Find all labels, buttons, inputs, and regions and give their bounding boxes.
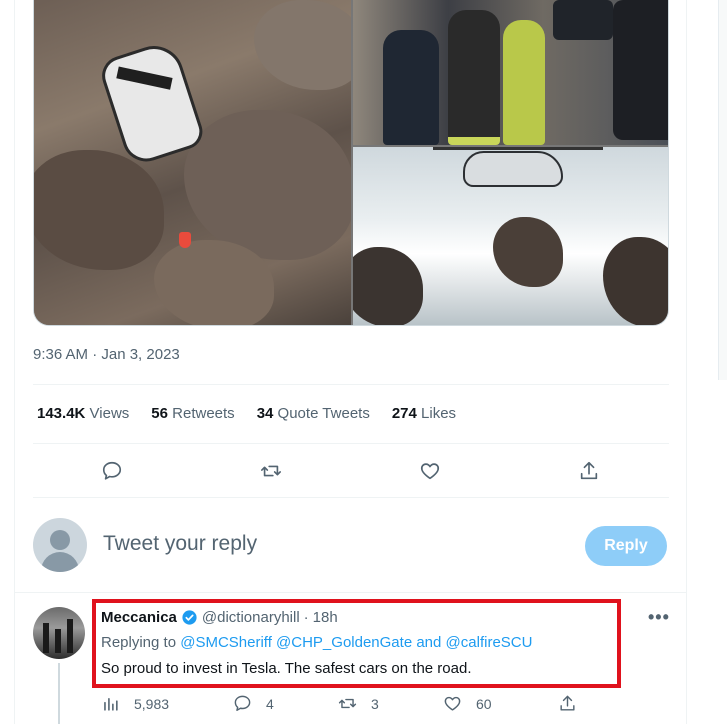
stat-count: 34	[256, 405, 274, 422]
photo-responders-roadside[interactable]	[353, 0, 668, 145]
thread-line	[58, 663, 60, 724]
timeline-right-border	[686, 0, 687, 724]
reply-input[interactable]	[103, 532, 503, 556]
stat-label: Likes	[421, 405, 457, 422]
sidebar-edge	[718, 0, 727, 380]
reply-button[interactable]	[93, 452, 131, 490]
stat-views[interactable]: 143.4K Views	[37, 405, 129, 422]
divider	[33, 443, 669, 444]
mention-link[interactable]: @SMCSheriff	[180, 634, 272, 651]
stat-label: Views	[89, 405, 130, 422]
retweet-button[interactable]	[252, 452, 290, 490]
rock-shape	[34, 150, 164, 270]
share-button[interactable]	[570, 452, 608, 490]
reply-icon	[102, 461, 122, 480]
rotor-shape	[433, 147, 603, 150]
views-count: 5,983	[134, 695, 170, 712]
reply-button[interactable]: 4	[233, 694, 274, 713]
stat-quote-tweets[interactable]: 34 Quote Tweets	[257, 405, 370, 422]
like-button[interactable]: 60	[443, 694, 492, 713]
helicopter-shape	[463, 151, 563, 187]
stat-label: Quote Tweets	[277, 405, 370, 422]
photo-crashed-car-on-rocks[interactable]	[34, 0, 351, 325]
replies-count: 4	[266, 695, 274, 712]
default-avatar-icon	[50, 530, 70, 550]
replying-label: Replying to	[101, 634, 177, 651]
views-button[interactable]: 5,983	[101, 694, 169, 713]
reply-action-bar: 5,983 4 3 60	[101, 694, 601, 718]
retweet-icon	[261, 465, 281, 477]
avatar[interactable]	[33, 518, 87, 572]
divider	[33, 384, 669, 385]
firefighter-figure	[448, 10, 500, 145]
tweet-media-grid	[33, 0, 669, 326]
vehicle-shape	[553, 0, 613, 40]
mention-link[interactable]: @calfireSCU	[446, 634, 533, 651]
stat-count: 274	[391, 405, 417, 422]
reply-header: Meccanica @dictionaryhill · 18h	[101, 609, 338, 626]
wrecked-car	[96, 38, 208, 168]
verified-badge-icon	[182, 610, 197, 625]
share-button[interactable]	[558, 694, 577, 713]
share-icon	[560, 695, 575, 711]
officer-figure	[383, 30, 439, 145]
reply-author-avatar[interactable]	[33, 607, 85, 659]
cone-marker	[179, 232, 191, 248]
retweet-icon	[338, 698, 357, 709]
more-options-button[interactable]: •••	[648, 607, 670, 628]
reply-icon	[234, 695, 251, 711]
analytics-icon	[104, 697, 118, 711]
like-icon	[420, 463, 440, 480]
mention-link[interactable]: @CHP_GoldenGate	[276, 634, 412, 651]
retweets-count: 3	[371, 695, 379, 712]
tweet-action-bar	[33, 452, 669, 490]
rock-shape	[254, 0, 351, 90]
worker-figure	[503, 20, 545, 145]
author-handle[interactable]: @dictionaryhill	[202, 609, 300, 626]
stat-likes[interactable]: 274 Likes	[392, 405, 456, 422]
reply-text: So proud to invest in Tesla. The safest …	[101, 660, 472, 677]
reply-submit-button[interactable]: Reply	[585, 526, 667, 566]
author-name[interactable]: Meccanica	[101, 609, 177, 626]
like-icon	[444, 696, 461, 711]
rock-shape	[184, 110, 351, 260]
reply-time[interactable]: 18h	[313, 609, 338, 626]
stat-retweets[interactable]: 56 Retweets	[151, 405, 234, 422]
replying-to: Replying to @SMCSheriff @CHP_GoldenGate …	[101, 634, 532, 651]
tweet-timestamp[interactable]: 9:36 AM · Jan 3, 2023	[33, 346, 180, 363]
rock-shape	[353, 247, 423, 325]
compose-reply: Reply	[33, 514, 673, 576]
retweet-button[interactable]: 3	[338, 694, 379, 713]
separator: ·	[303, 609, 309, 626]
stat-label: Retweets	[172, 405, 235, 422]
stat-count: 143.4K	[37, 405, 86, 422]
photo-helicopter-rescue[interactable]	[353, 147, 668, 325]
rock-shape	[603, 237, 668, 325]
mention-and[interactable]: and	[416, 634, 441, 651]
share-icon	[580, 461, 598, 480]
likes-count: 60	[476, 695, 492, 712]
divider	[33, 497, 669, 498]
like-button[interactable]	[411, 452, 449, 490]
tweet-stats: 143.4K Views 56 Retweets 34 Quote Tweets…	[37, 405, 456, 422]
police-car-shape	[613, 0, 668, 140]
rock-shape	[493, 217, 563, 287]
stat-count: 56	[151, 405, 168, 422]
reply-tweet[interactable]: Meccanica @dictionaryhill · 18h ••• Repl…	[15, 593, 686, 724]
